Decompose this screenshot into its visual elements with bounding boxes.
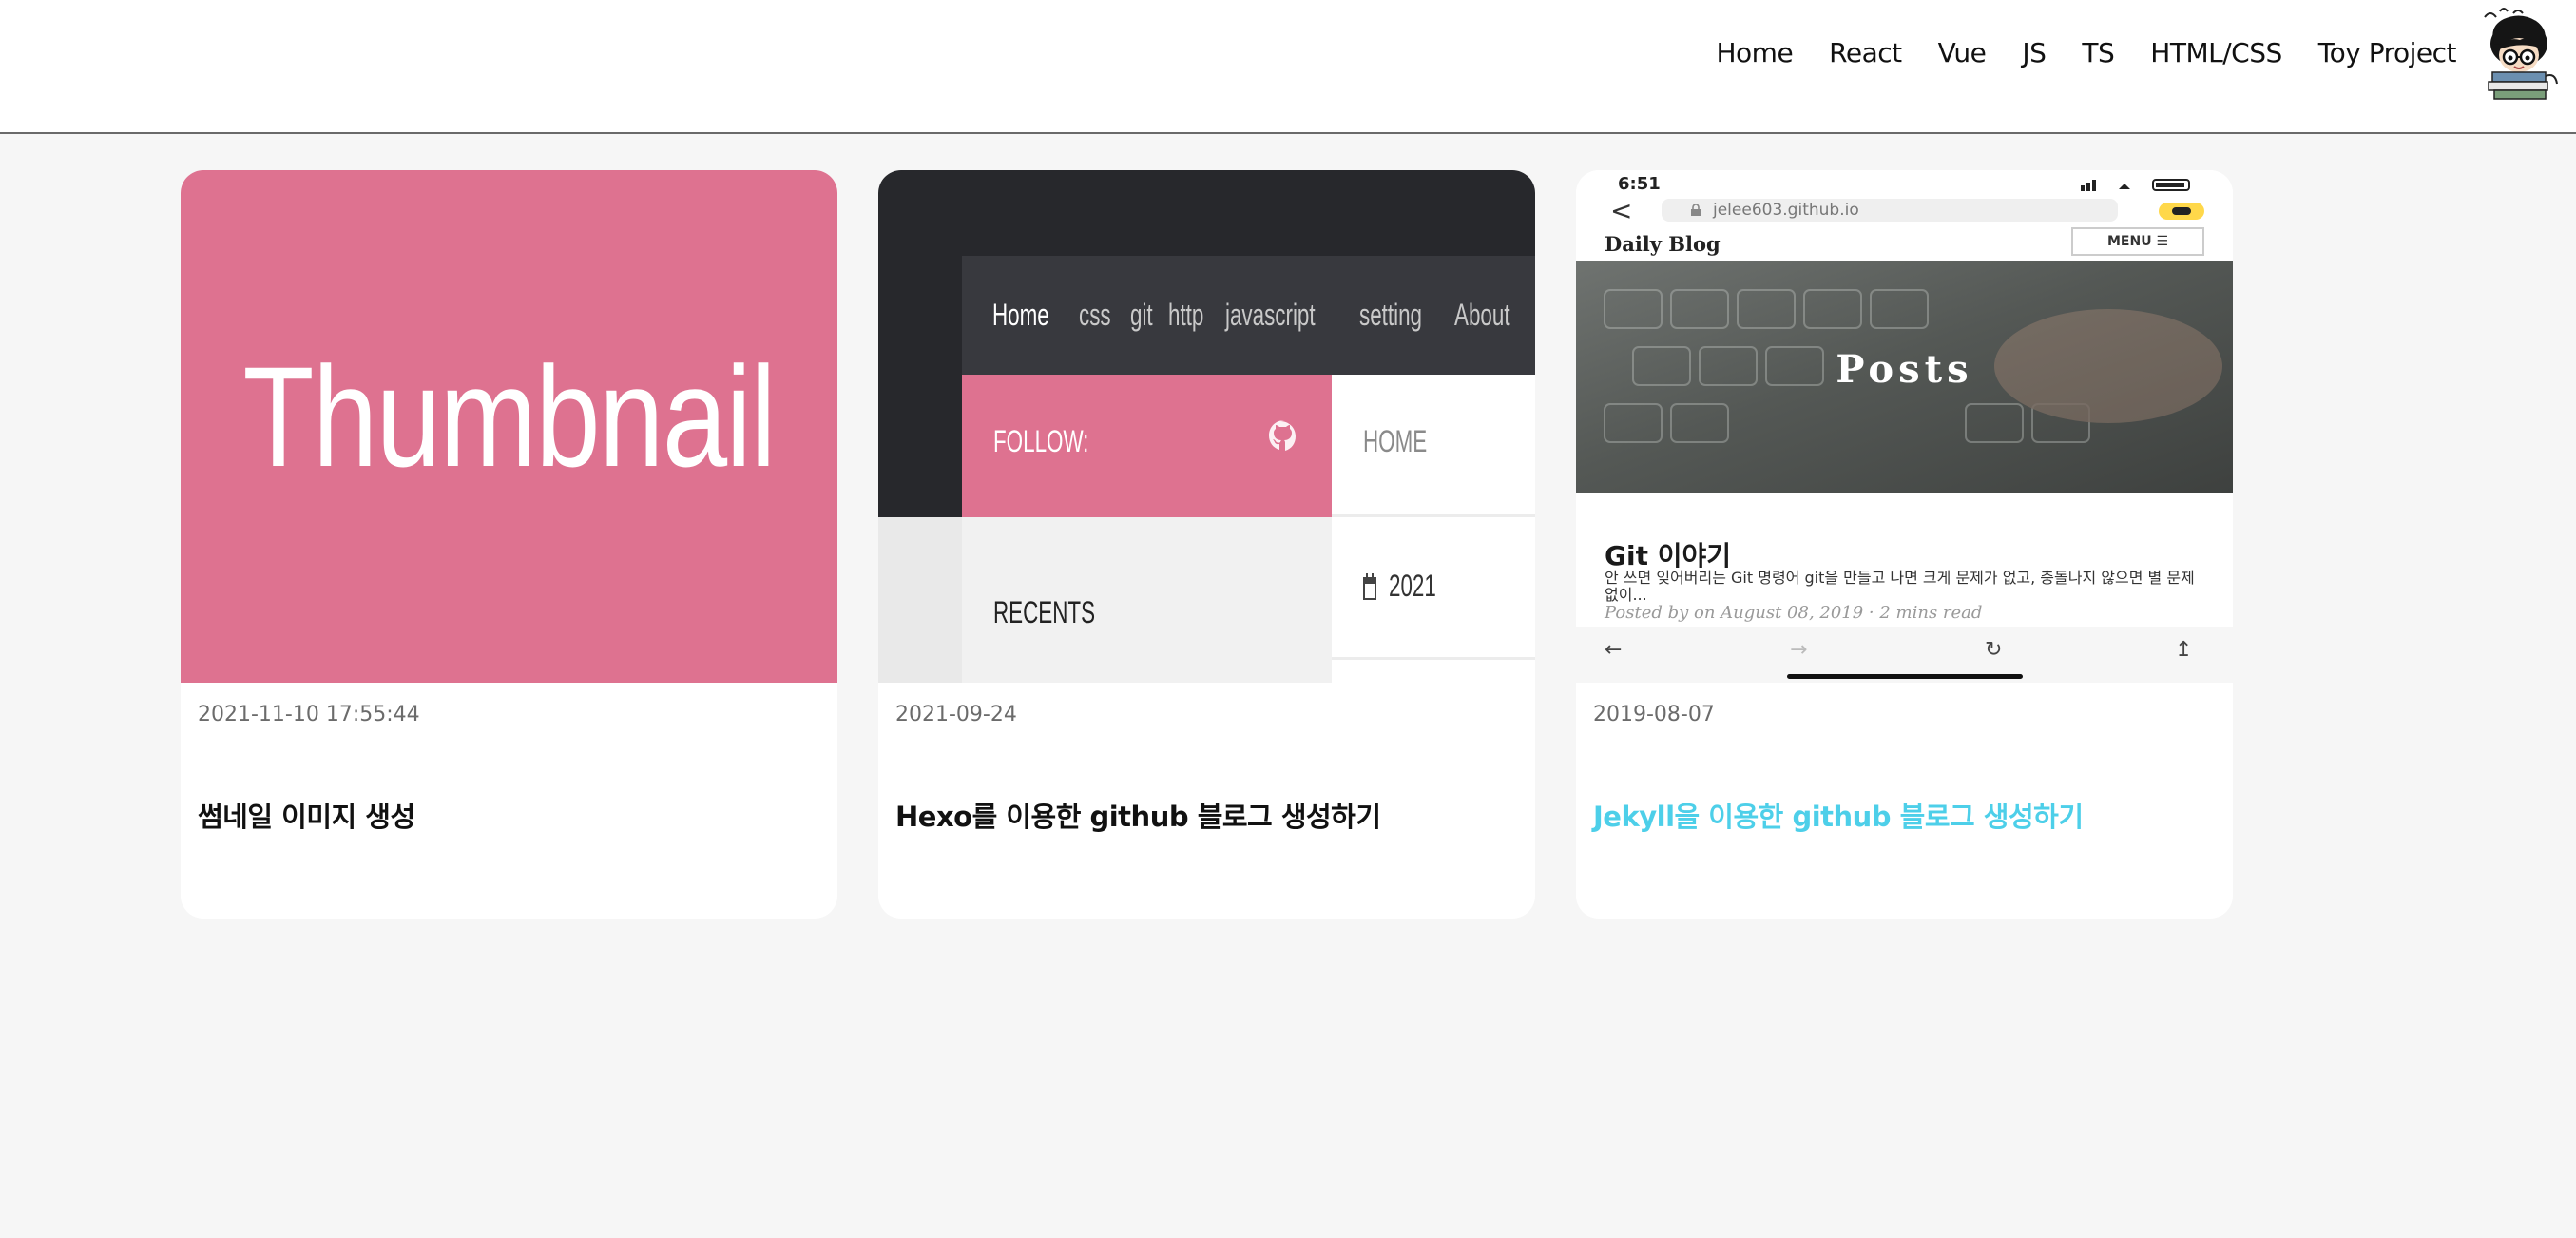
thumbnail-year-panel: 2021 — [1332, 517, 1535, 660]
phone-url-bar: jelee603.github.io — [1662, 199, 2118, 222]
calendar-icon — [1363, 573, 1376, 600]
arrow-right-icon: → — [1790, 638, 1808, 662]
nav-link-toy-project[interactable]: Toy Project — [2318, 37, 2457, 68]
phone-post-meta: Posted by on August 08, 2019 · 2 mins re… — [1605, 603, 1983, 623]
thumbnail-recents-panel: RECENTS — [962, 517, 1332, 683]
thumbnail-nav-item: javascript — [1224, 298, 1316, 332]
phone-blog-title: Daily Blog — [1605, 232, 1721, 256]
thumbnail-nav-item: Home — [992, 298, 1049, 332]
post-title-link[interactable]: 썸네일 이미지 생성 — [198, 795, 415, 835]
post-title-link[interactable]: Jekyll을 이용한 github 블로그 생성하기 — [1593, 795, 2084, 835]
thumbnail-follow-label: FOLLOW: — [993, 424, 1089, 458]
phone-post-excerpt: 안 쓰면 잊어버리는 Git 명령어 git을 만들고 나면 크게 문제가 없고… — [1605, 569, 2195, 604]
lock-icon — [1691, 204, 1701, 216]
post-card[interactable]: Thumbnail 2021-11-10 17:55:44 썸네일 이미지 생성 — [181, 170, 837, 919]
thumbnail-recents-label: RECENTS — [993, 595, 1096, 629]
phone-hero-image: Posts — [1576, 261, 2233, 493]
post-date: 2019-08-07 — [1593, 703, 1715, 726]
phone-hero-text: Posts — [1836, 347, 1973, 392]
thumbnail-left-strip — [878, 517, 962, 683]
github-icon — [1269, 420, 1296, 451]
arrow-left-icon: ← — [1605, 638, 1623, 662]
thumbnail-nav-item: http — [1168, 298, 1204, 332]
phone-post-title: Git 이야기 — [1605, 540, 1731, 571]
post-title-link[interactable]: Hexo를 이용한 github 블로그 생성하기 — [895, 795, 1381, 835]
post-card[interactable]: Home css git http javascript setting Abo… — [878, 170, 1535, 919]
phone-status-icons — [2081, 179, 2190, 191]
phone-home-indicator — [1787, 674, 2023, 679]
post-date: 2021-09-24 — [895, 703, 1017, 726]
phone-menu-button: MENU ☰ — [2071, 227, 2204, 256]
nav-link-vue[interactable]: Vue — [1938, 37, 1987, 68]
nav-link-js[interactable]: JS — [2022, 37, 2047, 68]
nav-link-html-css[interactable]: HTML/CSS — [2150, 37, 2282, 68]
phone-browser-toolbar: ← → ↻ ↥ — [1576, 627, 2233, 683]
post-thumbnail[interactable]: Thumbnail — [181, 170, 837, 683]
phone-url-text: jelee603.github.io — [1713, 201, 1859, 220]
thumbnail-text: Thumbnail — [242, 337, 777, 496]
chevron-left-icon: < — [1610, 195, 1633, 226]
nav-link-home[interactable]: Home — [1716, 37, 1793, 68]
share-icon: ↥ — [2175, 638, 2193, 662]
reload-icon: ↻ — [1985, 638, 2003, 662]
phone-status-time: 6:51 — [1618, 174, 1661, 194]
thumbnail-year-label: 2021 — [1389, 569, 1436, 603]
post-card-list: Thumbnail 2021-11-10 17:55:44 썸네일 이미지 생성… — [181, 170, 2233, 919]
nav-link-ts[interactable]: TS — [2082, 37, 2114, 68]
thumbnail-nav-item: setting — [1358, 298, 1422, 332]
top-navigation-bar: Home React Vue JS TS HTML/CSS Toy Projec… — [0, 0, 2576, 134]
thumbnail-nav-item: css — [1079, 298, 1111, 332]
main-nav: Home React Vue JS TS HTML/CSS Toy Projec… — [1716, 32, 2456, 72]
post-card[interactable]: 6:51 < jelee603.github.io Daily Blog MEN… — [1576, 170, 2233, 919]
post-thumbnail[interactable]: Home css git http javascript setting Abo… — [878, 170, 1535, 683]
thumbnail-home-panel: HOME — [1332, 375, 1535, 517]
nav-link-react[interactable]: React — [1829, 37, 1902, 68]
thumbnail-nav-item: git — [1130, 298, 1154, 332]
chat-bubble-icon — [2159, 203, 2204, 220]
thumbnail-blog-navbar: Home css git http javascript setting Abo… — [962, 256, 1535, 375]
avatar-icon[interactable] — [2475, 6, 2561, 101]
thumbnail-home-label: HOME — [1363, 424, 1428, 458]
thumbnail-bottom-panel — [1332, 660, 1535, 683]
thumbnail-nav-item: About — [1453, 298, 1510, 332]
post-date: 2021-11-10 17:55:44 — [198, 703, 420, 726]
post-thumbnail[interactable]: 6:51 < jelee603.github.io Daily Blog MEN… — [1576, 170, 2233, 683]
thumbnail-follow-panel: FOLLOW: — [962, 375, 1332, 517]
